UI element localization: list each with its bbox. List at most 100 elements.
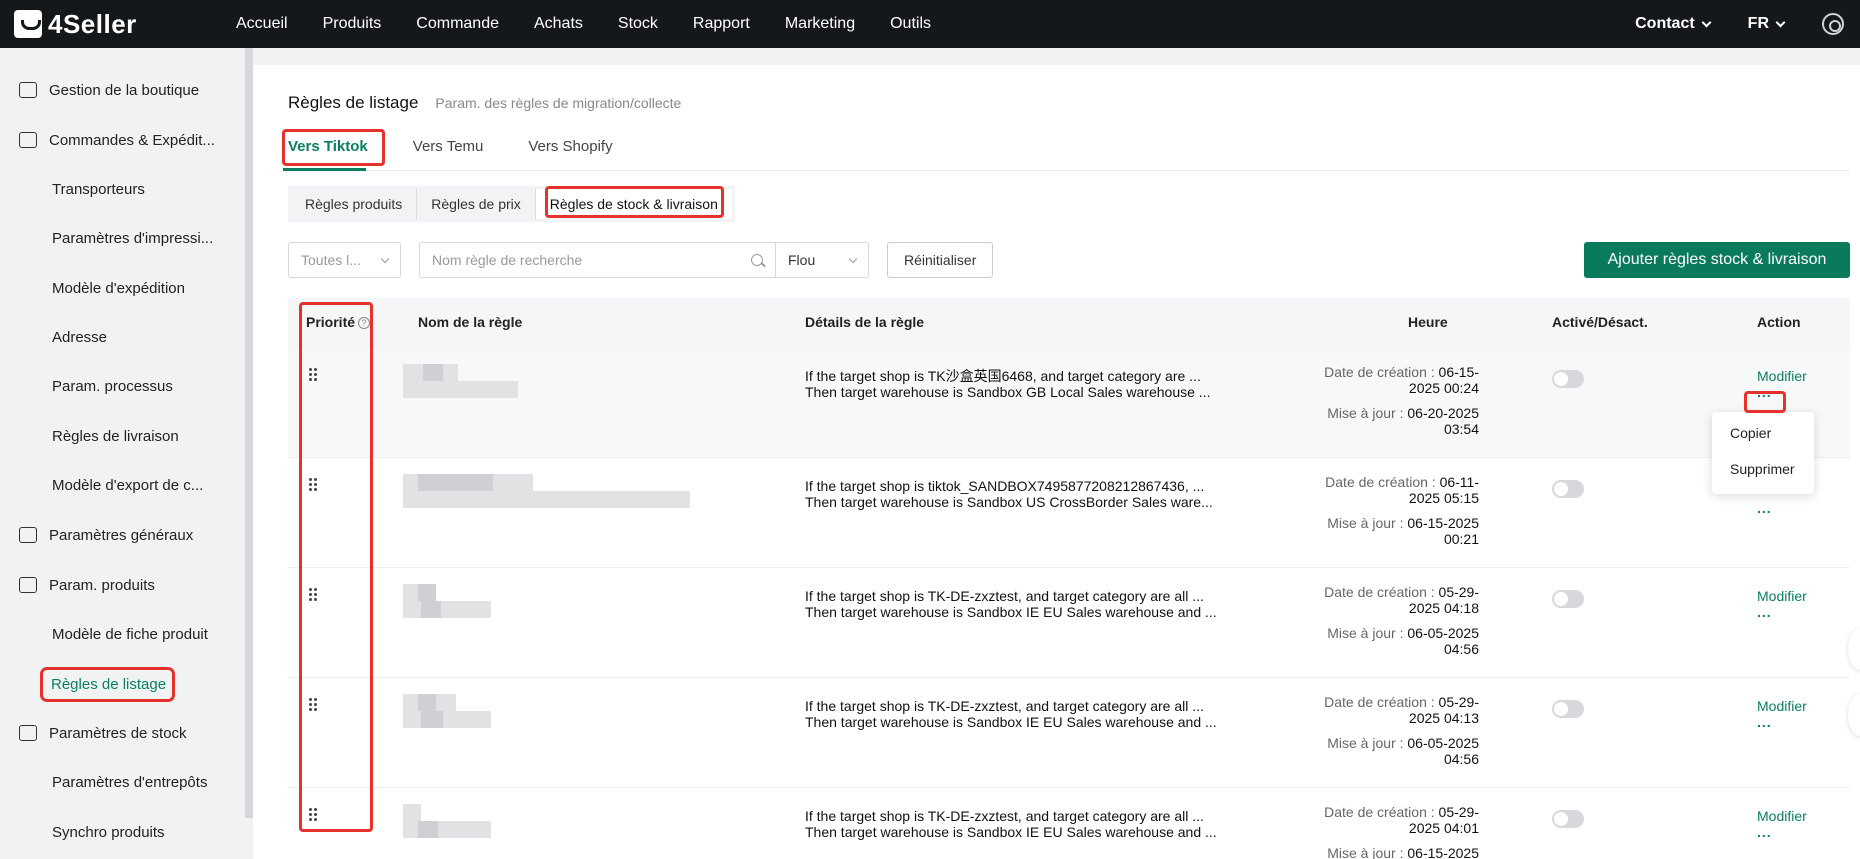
enable-toggle[interactable] bbox=[1552, 370, 1584, 388]
enable-toggle[interactable] bbox=[1552, 590, 1584, 608]
page-title: Règles de listage bbox=[288, 93, 419, 112]
sidebar-item-modele-expedition[interactable]: Modèle d'expédition bbox=[0, 271, 240, 305]
sidebar-scrollbar[interactable] bbox=[245, 48, 253, 818]
updated-date: 06-05-2025 bbox=[1407, 735, 1479, 751]
more-actions-button[interactable]: ... bbox=[1757, 714, 1772, 730]
nav-commande[interactable]: Commande bbox=[416, 15, 499, 33]
rule-times: Date de création : 06-11- 2025 05:15 Mis… bbox=[1289, 474, 1479, 547]
chevron-down-icon bbox=[1701, 17, 1712, 27]
header-priority: Priorité? bbox=[306, 314, 371, 330]
sidebar-item-parametres-stock[interactable]: Paramètres de stock bbox=[0, 716, 240, 750]
segment-regles-prix[interactable]: Règles de prix bbox=[417, 189, 536, 219]
search-icon[interactable] bbox=[751, 254, 763, 266]
nav-accueil[interactable]: Accueil bbox=[236, 15, 288, 33]
sidebar-item-label: Transporteurs bbox=[52, 180, 145, 198]
add-stock-shipping-rule-button[interactable]: Ajouter règles stock & livraison bbox=[1584, 242, 1850, 278]
menu-item-delete[interactable]: Supprimer bbox=[1730, 461, 1795, 477]
active-tab-indicator bbox=[283, 168, 366, 171]
edit-link[interactable]: Modifier bbox=[1757, 808, 1807, 824]
sidebar-item-commandes[interactable]: Commandes & Expédit... bbox=[0, 123, 240, 157]
page-header: Règles de listage Param. des règles de m… bbox=[288, 93, 681, 113]
settings-icon bbox=[19, 527, 37, 543]
search-input[interactable]: Nom règle de recherche bbox=[419, 242, 776, 278]
sidebar-item-label: Param. processus bbox=[52, 377, 173, 395]
sidebar-item-param-produits[interactable]: Param. produits bbox=[0, 568, 240, 602]
help-icon[interactable]: ? bbox=[358, 317, 371, 329]
sidebar-item-transporteurs[interactable]: Transporteurs bbox=[0, 172, 240, 206]
edit-link[interactable]: Modifier bbox=[1757, 698, 1807, 714]
sidebar-item-parametres-generaux[interactable]: Paramètres généraux bbox=[0, 518, 240, 552]
enable-toggle[interactable] bbox=[1552, 480, 1584, 498]
sidebar-item-regles-listage[interactable]: Règles de listage bbox=[0, 666, 240, 702]
brand-logo[interactable]: 4Seller bbox=[14, 9, 214, 40]
sidebar-item-modele-fiche[interactable]: Modèle de fiche produit bbox=[0, 617, 240, 651]
reset-button[interactable]: Réinitialiser bbox=[887, 242, 994, 278]
sidebar-item-label: Paramètres de stock bbox=[49, 724, 187, 742]
rule-condition: If the target shop is TK-DE-zxztest, and… bbox=[805, 588, 1204, 604]
search-placeholder: Nom règle de recherche bbox=[432, 252, 583, 268]
created-time: 2025 04:13 bbox=[1408, 710, 1479, 726]
drag-handle-icon[interactable] bbox=[309, 808, 319, 822]
segment-regles-produits[interactable]: Règles produits bbox=[291, 189, 418, 219]
edit-link[interactable]: Modifier bbox=[1757, 588, 1807, 604]
rule-condition: If the target shop is TK沙盒英国6468, and ta… bbox=[805, 368, 1201, 384]
tab-vers-tiktok[interactable]: Vers Tiktok bbox=[288, 130, 368, 163]
settings-gear-icon[interactable] bbox=[1822, 13, 1844, 35]
more-actions-button[interactable]: ... bbox=[1757, 384, 1772, 400]
shop-select[interactable]: Toutes l... bbox=[288, 242, 401, 278]
nav-achats[interactable]: Achats bbox=[534, 15, 583, 33]
created-time: 2025 00:24 bbox=[1408, 380, 1479, 396]
stock-icon bbox=[19, 725, 37, 741]
more-actions-button[interactable]: ... bbox=[1757, 604, 1772, 620]
nav-marketing[interactable]: Marketing bbox=[785, 15, 855, 33]
chevron-down-icon bbox=[1775, 17, 1786, 27]
sidebar-item-synchro-produits[interactable]: Synchro produits bbox=[0, 815, 240, 849]
nav-outils[interactable]: Outils bbox=[890, 15, 931, 33]
more-actions-button[interactable]: ... bbox=[1757, 500, 1772, 516]
table-row: If the target shop is TK-DE-zxztest, and… bbox=[288, 678, 1850, 788]
created-time: 2025 04:18 bbox=[1408, 600, 1479, 616]
enable-toggle[interactable] bbox=[1552, 700, 1584, 718]
edit-link[interactable]: Modifier bbox=[1757, 368, 1807, 384]
tab-vers-temu[interactable]: Vers Temu bbox=[413, 130, 484, 163]
sidebar-item-label: Règles de listage bbox=[39, 666, 176, 702]
rule-result: Then target warehouse is Sandbox IE EU S… bbox=[805, 714, 1217, 730]
drag-handle-icon[interactable] bbox=[309, 478, 319, 492]
sidebar-item-gestion-boutique[interactable]: Gestion de la boutique bbox=[0, 73, 240, 107]
nav-stock[interactable]: Stock bbox=[618, 15, 658, 33]
segment-regles-stock-livraison[interactable]: Règles de stock & livraison bbox=[535, 189, 732, 219]
created-date: 06-11- bbox=[1439, 474, 1479, 490]
sidebar-item-adresse[interactable]: Adresse bbox=[0, 320, 240, 354]
nav-rapport[interactable]: Rapport bbox=[693, 15, 750, 33]
sidebar-item-entrepots[interactable]: Paramètres d'entrepôts bbox=[0, 765, 240, 799]
drag-handle-icon[interactable] bbox=[309, 588, 319, 602]
sidebar-item-modele-export[interactable]: Modèle d'export de c... bbox=[0, 468, 240, 502]
created-label: Date de création : bbox=[1324, 804, 1435, 820]
sidebar-item-regles-livraison[interactable]: Règles de livraison bbox=[0, 419, 240, 453]
sidebar-item-label: Gestion de la boutique bbox=[49, 81, 200, 99]
rule-times: Date de création : 05-29- 2025 04:01 Mis… bbox=[1289, 804, 1479, 859]
header-rule-details: Détails de la règle bbox=[805, 314, 925, 330]
language-menu[interactable]: FR bbox=[1748, 15, 1786, 33]
tab-vers-shopify[interactable]: Vers Shopify bbox=[528, 130, 612, 163]
chevron-down-icon bbox=[848, 254, 858, 263]
sidebar-item-label: Paramètres d'impressi... bbox=[52, 229, 214, 247]
created-date: 05-29- bbox=[1438, 584, 1479, 600]
updated-label: Mise à jour : bbox=[1327, 625, 1404, 641]
drag-handle-icon[interactable] bbox=[309, 698, 319, 712]
sidebar-item-impression[interactable]: Paramètres d'impressi... bbox=[0, 221, 240, 255]
nav-produits[interactable]: Produits bbox=[323, 15, 382, 33]
match-mode-select[interactable]: Flou bbox=[775, 242, 869, 278]
shop-icon bbox=[19, 82, 37, 98]
sidebar-item-label: Modèle d'expédition bbox=[52, 279, 185, 297]
menu-item-copy[interactable]: Copier bbox=[1730, 425, 1771, 441]
contact-menu[interactable]: Contact bbox=[1635, 15, 1712, 33]
enable-toggle[interactable] bbox=[1552, 810, 1584, 828]
created-label: Date de création : bbox=[1324, 364, 1435, 380]
rule-details: If the target shop is TK-DE-zxztest, and… bbox=[805, 808, 1217, 840]
rule-details: If the target shop is TK-DE-zxztest, and… bbox=[805, 588, 1217, 620]
sidebar-item-processus[interactable]: Param. processus bbox=[0, 369, 240, 403]
drag-handle-icon[interactable] bbox=[309, 368, 319, 382]
more-actions-button[interactable]: ... bbox=[1757, 824, 1772, 840]
shop-select-value: Toutes l... bbox=[301, 252, 361, 268]
